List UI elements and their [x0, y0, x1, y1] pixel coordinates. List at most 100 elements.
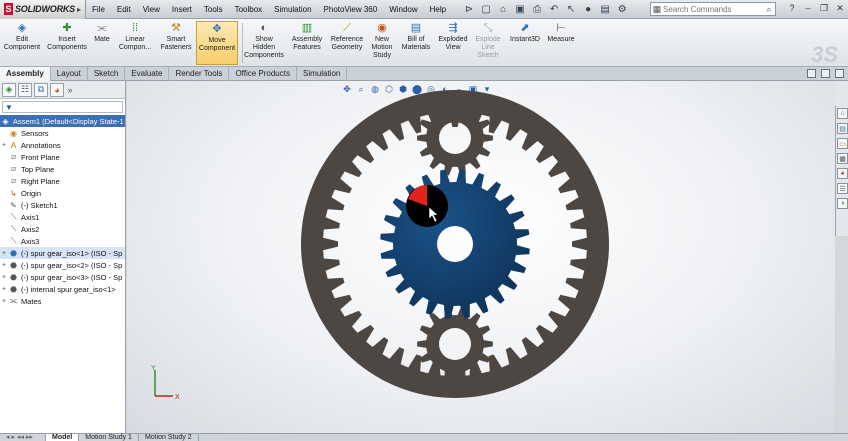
tree-item-spur-gear-3[interactable]: + ⬣ (-) spur gear_iso<3> (ISO - Sp	[0, 271, 125, 283]
menu-view[interactable]: View	[137, 5, 166, 14]
tab-motion-study-1[interactable]: Motion Study 1	[79, 434, 139, 441]
tab-model[interactable]: Model	[46, 434, 80, 441]
feature-manager-tab-icon[interactable]: ◈	[2, 82, 16, 97]
configuration-manager-tab-icon[interactable]: ⧉	[34, 82, 48, 97]
restore-viewport-icon[interactable]	[807, 69, 816, 78]
help-icon[interactable]: ?	[786, 2, 798, 14]
menu-window[interactable]: Window	[383, 5, 423, 14]
options-gear-icon[interactable]: ⚙	[615, 3, 629, 16]
explode-line-sketch-button[interactable]: ⤡ Explode Line Sketch	[472, 21, 504, 60]
tab-scroll-arrows[interactable]: ◂ ▸ ◂◂ ▸▸	[0, 434, 46, 441]
tree-item-label: Axis3	[21, 236, 40, 246]
restore-icon[interactable]: ❐	[818, 2, 830, 14]
view-palette-icon[interactable]: ▦	[837, 153, 848, 164]
tree-item-axis1[interactable]: ⟍ Axis1	[0, 211, 125, 223]
more-tabs-icon[interactable]: »	[66, 83, 74, 97]
solidworks-resources-icon[interactable]: ⌂	[837, 108, 848, 119]
tab-assembly[interactable]: Assembly	[0, 67, 51, 81]
tree-filter[interactable]: ▼	[2, 101, 123, 113]
tree-item-right-plane[interactable]: ⧄ Right Plane	[0, 175, 125, 187]
tab-render-tools[interactable]: Render Tools	[169, 67, 230, 81]
smart-fasteners-button[interactable]: ⚒ Smart Fasteners	[158, 21, 194, 52]
file-explorer-icon[interactable]: ▭	[837, 138, 848, 149]
menu-help[interactable]: Help	[424, 5, 452, 14]
tree-item-sketch1[interactable]: ✎ (-) Sketch1	[0, 199, 125, 211]
save-icon[interactable]: ▣	[513, 3, 527, 16]
solidworks-logo[interactable]: S SOLIDWORKS ▸	[0, 0, 86, 19]
tree-item-spur-gear-1[interactable]: + ⬣ (-) spur gear_iso<1> (ISO - Sp	[0, 247, 125, 259]
gear-assembly-model[interactable]	[127, 81, 835, 433]
new-motion-study-button[interactable]: ◉ New Motion Study	[368, 21, 396, 60]
tree-item-top-plane[interactable]: ⧄ Top Plane	[0, 163, 125, 175]
sun-gear[interactable]	[380, 169, 530, 319]
file-properties-icon[interactable]: ▤	[598, 3, 612, 16]
expand-icon[interactable]: +	[0, 262, 8, 269]
tree-item-annotations[interactable]: + A Annotations	[0, 139, 125, 151]
tab-layout[interactable]: Layout	[51, 67, 88, 81]
expand-icon[interactable]: +	[0, 298, 8, 305]
search-scope-icon[interactable]: ▦	[651, 4, 663, 15]
reference-geometry-button[interactable]: ⟋ Reference Geometry	[328, 21, 366, 52]
property-manager-tab-icon[interactable]: ☷	[18, 82, 32, 97]
tab-evaluate[interactable]: Evaluate	[125, 67, 170, 81]
menu-simulation[interactable]: Simulation	[268, 5, 317, 14]
linear-component-pattern-button[interactable]: ⁞⁞ Linear Compon...	[115, 21, 155, 52]
select-arrow-icon[interactable]: ↖	[564, 3, 578, 16]
new-document-icon[interactable]: ▢	[479, 3, 493, 16]
instant3d-button[interactable]: ⬈ Instant3D	[506, 21, 544, 44]
expand-icon[interactable]: +	[0, 286, 8, 293]
expand-icon[interactable]: +	[0, 274, 8, 281]
menu-toolbox[interactable]: Toolbox	[229, 5, 269, 14]
menu-photoview[interactable]: PhotoView 360	[318, 5, 384, 14]
maximize-viewport-icon[interactable]	[835, 69, 844, 78]
rebuild-icon[interactable]: ●	[581, 3, 595, 16]
menu-insert[interactable]: Insert	[166, 5, 198, 14]
design-library-icon[interactable]: ▤	[837, 123, 848, 134]
search-commands[interactable]: ▦ ⌕	[650, 2, 776, 16]
pin-icon[interactable]: ⊳	[462, 3, 476, 16]
planet-gear-bottom[interactable]	[417, 306, 493, 382]
menu-edit[interactable]: Edit	[111, 5, 137, 14]
tab-office-products[interactable]: Office Products	[229, 67, 297, 81]
assembly-features-button[interactable]: ▥ Assembly Features	[288, 21, 326, 52]
tab-motion-study-2[interactable]: Motion Study 2	[139, 434, 199, 441]
tree-item-origin[interactable]: ↳ Origin	[0, 187, 125, 199]
tree-item-axis3[interactable]: ⟍ Axis3	[0, 235, 125, 247]
tile-viewport-icon[interactable]	[821, 69, 830, 78]
search-icon[interactable]: ⌕	[763, 4, 775, 15]
tree-item-axis2[interactable]: ⟍ Axis2	[0, 223, 125, 235]
appearances-icon[interactable]: ◕	[837, 168, 848, 179]
edit-component-button[interactable]: ◈ Edit Component	[2, 21, 42, 52]
tree-item-internal-spur-gear[interactable]: + ⬣ (-) internal spur gear_iso<1>	[0, 283, 125, 295]
insert-components-button[interactable]: ✚ Insert Components	[44, 21, 90, 52]
exploded-view-button[interactable]: ⇶ Exploded View	[436, 21, 470, 52]
mate-button[interactable]: ⫘ Mate	[91, 21, 113, 44]
tree-item-mates[interactable]: + ⫘ Mates	[0, 295, 125, 307]
undo-icon[interactable]: ↶	[547, 3, 561, 16]
move-component-button[interactable]: ✥ Move Component	[196, 21, 238, 65]
measure-button[interactable]: ⊢ Measure	[545, 21, 577, 44]
graphics-viewport[interactable]: ✥ ⌕ ◍ ⬡ ⬢ ⬤ ◎ ◐ ◒ ▣ ▾ Y X	[127, 81, 835, 433]
tab-simulation[interactable]: Simulation	[297, 67, 348, 81]
open-folder-icon[interactable]: ⌂	[496, 3, 510, 16]
search-input[interactable]	[663, 4, 763, 14]
show-hidden-components-button[interactable]: ◐ Show Hidden Components	[244, 21, 284, 60]
menu-file[interactable]: File	[86, 5, 111, 14]
tree-item-front-plane[interactable]: ⧄ Front Plane	[0, 151, 125, 163]
chevron-right-icon[interactable]: ▸	[77, 5, 81, 14]
tree-item-spur-gear-2[interactable]: + ⬣ (-) spur gear_iso<2> (ISO - Sp	[0, 259, 125, 271]
scenes-icon[interactable]: ◑	[837, 198, 848, 209]
expand-icon[interactable]: +	[0, 142, 8, 149]
expand-icon[interactable]: +	[0, 250, 8, 257]
ring-gear[interactable]	[301, 90, 609, 398]
tree-root-assembly[interactable]: ◈ Assem1 (Default<Display State-1	[0, 115, 125, 127]
menu-tools[interactable]: Tools	[198, 5, 229, 14]
tab-sketch[interactable]: Sketch	[88, 67, 126, 81]
print-icon[interactable]: ⎙	[530, 3, 544, 16]
custom-properties-icon[interactable]: ☰	[837, 183, 848, 194]
minimize-icon[interactable]: –	[802, 2, 814, 14]
bill-of-materials-button[interactable]: ▤ Bill of Materials	[399, 21, 433, 52]
display-manager-tab-icon[interactable]: ◕	[50, 82, 64, 97]
close-icon[interactable]: ✕	[834, 2, 846, 14]
tree-item-sensors[interactable]: ◉ Sensors	[0, 127, 125, 139]
